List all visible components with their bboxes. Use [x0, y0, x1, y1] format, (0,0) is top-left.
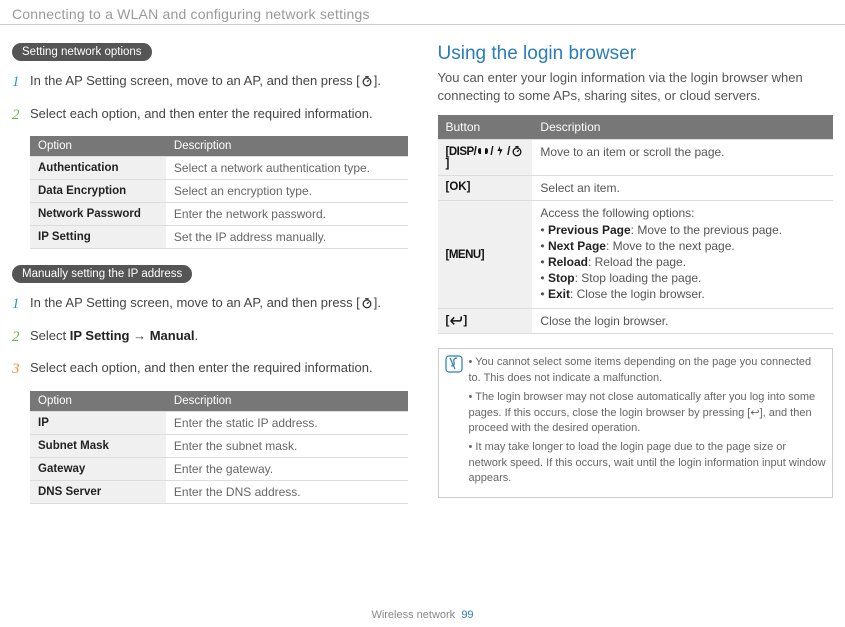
- timer-icon: [510, 145, 524, 157]
- table-row: [DISP///] Move to an item or scroll the …: [438, 140, 834, 176]
- note-item: The login browser may not close automati…: [469, 390, 827, 436]
- step-3b: 3 Select each option, and then enter the…: [12, 358, 408, 381]
- desc-cell: Access the following options: Previous P…: [532, 201, 833, 309]
- button-cell: [MENU]: [438, 201, 533, 309]
- step-number: 1: [12, 293, 30, 316]
- page-footer: Wireless network 99: [0, 609, 845, 621]
- pill-setting-network-options: Setting network options: [12, 43, 152, 61]
- button-table: Button Description [DISP///] Move to an …: [438, 115, 834, 334]
- note-box: You cannot select some items depending o…: [438, 348, 834, 497]
- macro-icon: [476, 145, 490, 157]
- table-row: Data EncryptionSelect an encryption type…: [30, 180, 408, 203]
- left-column: Setting network options 1 In the AP Sett…: [12, 43, 408, 520]
- step-1b: 1 In the AP Setting screen, move to an A…: [12, 293, 408, 316]
- options-table-1: Option Description AuthenticationSelect …: [30, 136, 408, 249]
- step-2: 2 Select each option, and then enter the…: [12, 104, 408, 127]
- note-item: It may take longer to load the login pag…: [469, 440, 827, 486]
- step-text: In the AP Setting screen, move to an AP,…: [30, 293, 381, 316]
- desc-cell: Move to an item or scroll the page.: [532, 140, 833, 176]
- table-row: [MENU] Access the following options: Pre…: [438, 201, 834, 309]
- table-row: IP SettingSet the IP address manually.: [30, 226, 408, 249]
- options-table-2: Option Description IPEnter the static IP…: [30, 391, 408, 504]
- page-header: Connecting to a WLAN and configuring net…: [0, 0, 845, 25]
- step-number: 3: [12, 358, 30, 381]
- table-row: Network PasswordEnter the network passwo…: [30, 203, 408, 226]
- table-row: AuthenticationSelect a network authentic…: [30, 157, 408, 180]
- section-intro: You can enter your login information via…: [438, 69, 834, 105]
- pill-manually-setting-ip: Manually setting the IP address: [12, 265, 192, 283]
- button-cell: [DISP///]: [438, 140, 533, 176]
- step-text: Select IP Setting → Manual.: [30, 326, 198, 349]
- desc-cell: Close the login browser.: [532, 309, 833, 334]
- flash-icon: [493, 145, 507, 157]
- button-cell: [OK]: [438, 176, 533, 201]
- step-1: 1 In the AP Setting screen, move to an A…: [12, 71, 408, 94]
- table-header: Option: [30, 391, 166, 412]
- desc-cell: Select an item.: [532, 176, 833, 201]
- table-row: DNS ServerEnter the DNS address.: [30, 480, 408, 503]
- table-header: Description: [532, 115, 833, 140]
- step-text: Select each option, and then enter the r…: [30, 358, 373, 381]
- table-row: GatewayEnter the gateway.: [30, 457, 408, 480]
- table-header: Description: [166, 391, 408, 412]
- step-2b: 2 Select IP Setting → Manual.: [12, 326, 408, 349]
- step-text: Select each option, and then enter the r…: [30, 104, 373, 127]
- step-number: 2: [12, 326, 30, 349]
- table-header: Option: [30, 136, 166, 157]
- back-icon: [449, 314, 463, 326]
- table-header: Button: [438, 115, 533, 140]
- footer-label: Wireless network: [371, 609, 455, 621]
- timer-icon: [360, 75, 374, 87]
- step-number: 2: [12, 104, 30, 127]
- page-number: 99: [461, 609, 473, 621]
- timer-icon: [360, 297, 374, 309]
- section-title: Using the login browser: [438, 43, 834, 65]
- table-row: [] Close the login browser.: [438, 309, 834, 334]
- table-header: Description: [166, 136, 408, 157]
- button-cell: []: [438, 309, 533, 334]
- step-text: In the AP Setting screen, move to an AP,…: [30, 71, 381, 94]
- right-column: Using the login browser You can enter yo…: [438, 43, 834, 520]
- note-list: You cannot select some items depending o…: [469, 355, 827, 490]
- note-item: You cannot select some items depending o…: [469, 355, 827, 386]
- table-row: IPEnter the static IP address.: [30, 411, 408, 434]
- table-row: [OK] Select an item.: [438, 176, 834, 201]
- note-icon: [445, 355, 465, 490]
- table-row: Subnet MaskEnter the subnet mask.: [30, 434, 408, 457]
- step-number: 1: [12, 71, 30, 94]
